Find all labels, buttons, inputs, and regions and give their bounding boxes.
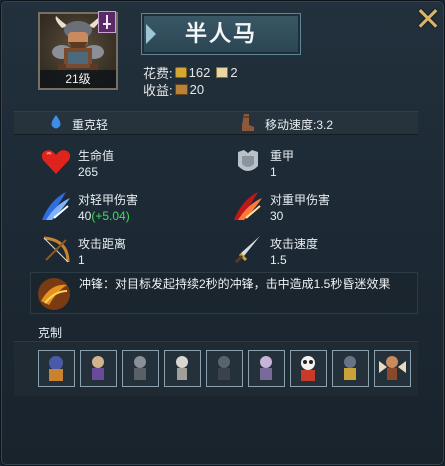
move-speed-text: 移动速度:3.2 bbox=[265, 118, 334, 132]
skill-description: 冲锋：对目标发起持续2秒的冲锋，击中造成1.5秒昏迷效果 bbox=[30, 272, 418, 314]
close-icon: ✕ bbox=[414, 1, 442, 37]
mage-unit-icon bbox=[260, 356, 272, 380]
heavy-armor-damage-label: 对重甲伤害 bbox=[270, 193, 331, 207]
light-armor-damage-value: 40(+5.04) bbox=[78, 209, 130, 223]
attack-range-value: 1 bbox=[78, 253, 85, 267]
dark-knight-unit-icon bbox=[218, 356, 230, 380]
light-armor-damage-label: 对轻甲伤害 bbox=[78, 193, 139, 207]
counter-unit-7[interactable] bbox=[290, 350, 327, 387]
skill-text: 冲锋：对目标发起持续2秒的冲锋，击中造成1.5秒昏迷效果 bbox=[79, 277, 391, 291]
close-button[interactable]: ✕ bbox=[411, 2, 445, 36]
skeleton-unit-icon bbox=[176, 356, 188, 380]
light-dmg-base: 40 bbox=[78, 209, 92, 223]
sword-shield-badge-icon bbox=[98, 11, 116, 33]
counters-label: 克制 bbox=[38, 326, 63, 340]
red-slash-icon bbox=[234, 192, 262, 220]
income-row: 收益: 20 bbox=[143, 80, 204, 99]
counter-unit-4[interactable] bbox=[164, 350, 201, 387]
grey-soldier-unit-icon bbox=[134, 356, 146, 380]
blue-slash-icon bbox=[42, 192, 70, 220]
cost-gold: 162 bbox=[188, 65, 211, 80]
hp-value: 265 bbox=[78, 165, 99, 179]
purple-archer-unit-icon bbox=[92, 356, 104, 380]
counter-unit-3[interactable] bbox=[122, 350, 159, 387]
hp-label: 生命值 bbox=[78, 149, 115, 163]
dagger-icon bbox=[234, 236, 260, 264]
panda-unit-icon bbox=[301, 356, 315, 381]
counter-unit-2[interactable] bbox=[80, 350, 117, 387]
attack-speed-label: 攻击速度 bbox=[270, 237, 319, 251]
counter-unit-5[interactable] bbox=[206, 350, 243, 387]
light-dmg-bonus: (+5.04) bbox=[91, 209, 130, 223]
hooded-unit-icon bbox=[344, 356, 356, 380]
armor-value: 1 bbox=[270, 165, 277, 179]
charge-skill-icon bbox=[38, 278, 70, 310]
treasure-chest-icon bbox=[174, 84, 188, 95]
trait-strip: 重克轻 移动速度:3.2 bbox=[14, 111, 418, 135]
armor-class-text: 重克轻 bbox=[72, 118, 109, 132]
unit-name: 半人马 bbox=[184, 21, 257, 46]
counter-unit-6[interactable] bbox=[248, 350, 285, 387]
cost-supply: 2 bbox=[230, 65, 238, 80]
heavy-armor-damage-value: 30 bbox=[270, 209, 284, 223]
winged-warrior-unit-icon bbox=[379, 356, 406, 380]
water-drop-icon bbox=[51, 115, 61, 129]
attack-speed-value: 1.5 bbox=[270, 253, 287, 267]
attack-range-label: 攻击距离 bbox=[78, 237, 127, 251]
counters-list bbox=[14, 341, 418, 396]
income-label: 收益: bbox=[143, 83, 173, 98]
blue-hood-unit-icon bbox=[49, 356, 63, 381]
unit-info-panel: 21级 半人马 ✕ 花费: 162 2 收益: 20 重克轻 移动速度:3.2 … bbox=[0, 0, 445, 466]
counter-unit-1[interactable] bbox=[38, 350, 75, 387]
income-value: 20 bbox=[189, 82, 205, 97]
counter-unit-9[interactable] bbox=[374, 350, 411, 387]
gold-coin-icon bbox=[174, 67, 187, 78]
unit-level: 21级 bbox=[40, 70, 116, 88]
bow-icon bbox=[43, 236, 70, 263]
breastplate-icon bbox=[238, 150, 258, 171]
counter-unit-8[interactable] bbox=[332, 350, 369, 387]
boot-icon bbox=[242, 114, 254, 131]
unit-name-plate: 半人马 bbox=[141, 13, 301, 55]
heart-icon bbox=[41, 150, 71, 174]
supply-icon bbox=[216, 67, 229, 78]
armor-label: 重甲 bbox=[270, 149, 295, 163]
